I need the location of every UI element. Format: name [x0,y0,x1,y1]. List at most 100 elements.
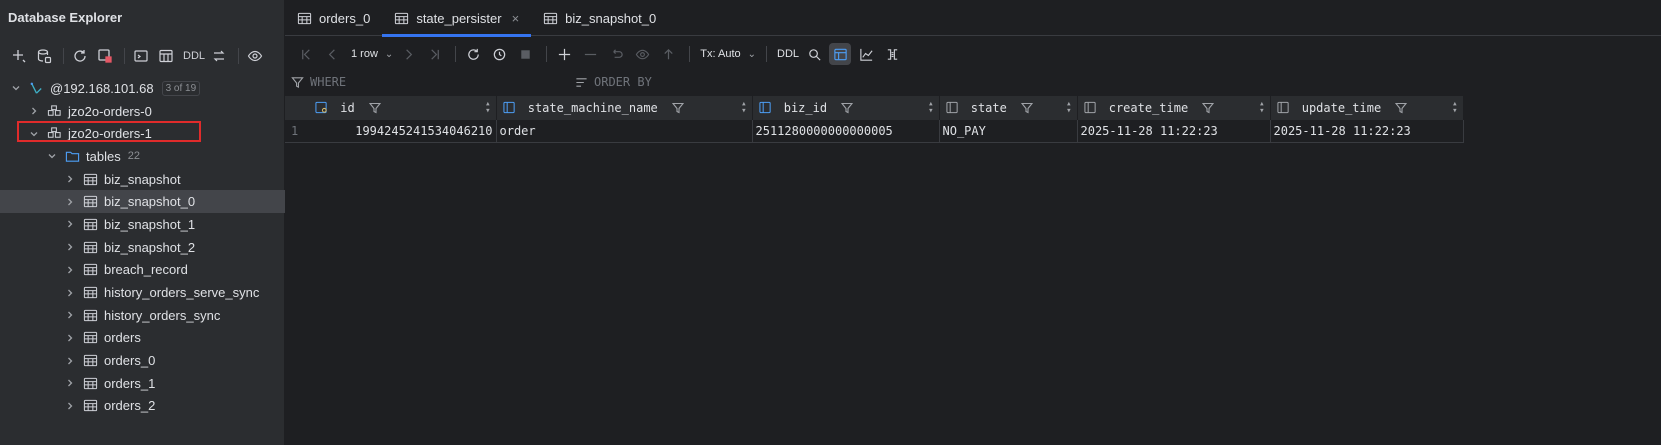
preview-pending-changes-icon[interactable] [631,43,653,65]
submit-arrow-up-icon[interactable] [657,43,679,65]
add-icon[interactable] [8,45,30,67]
tree-item-table[interactable]: history_orders_sync [0,304,285,327]
query-console-icon[interactable] [130,45,152,67]
chevron-right-icon[interactable] [28,105,40,117]
tree-item-table[interactable]: biz_snapshot [0,168,285,191]
filter-icon[interactable] [841,102,854,114]
chevron-right-icon[interactable] [64,196,76,208]
table-view-mode-icon[interactable] [829,43,852,65]
chevron-right-icon[interactable] [64,173,76,185]
sort-toggle-icon[interactable]: ▴ ▾ [1452,100,1457,116]
chevron-right-icon[interactable] [64,355,76,367]
chevron-down-icon[interactable] [28,128,40,140]
tree-item-table[interactable]: orders_0 [0,349,285,372]
ddl-button[interactable]: DDL [180,50,208,62]
last-page-icon[interactable] [423,43,445,65]
filter-bar: WHERE ORDER BY [285,72,1661,94]
table-cell[interactable]: NO_PAY [939,120,1078,143]
tree-item-label: orders_0 [104,353,156,369]
search-icon[interactable] [803,43,825,65]
sort-toggle-icon[interactable]: ▴ ▾ [741,100,746,116]
tree-item-table[interactable]: orders_1 [0,372,285,395]
tree-item-table[interactable]: orders [0,327,285,350]
tree-item-schema[interactable]: jzo2o-orders-0 [0,100,285,123]
view-options-eye-icon[interactable] [244,45,266,67]
reload-icon[interactable] [462,43,484,65]
chart-icon[interactable] [855,43,877,65]
ddl-button[interactable]: DDL [773,48,803,60]
sort-toggle-icon[interactable]: ▴ ▾ [1259,100,1264,116]
refresh-icon[interactable] [69,45,91,67]
table-view-icon[interactable] [155,45,177,67]
filter-icon[interactable] [1020,102,1034,114]
tree-item-table[interactable]: orders_2 [0,395,285,418]
column-header-id[interactable]: id ▴ ▾ [309,96,497,120]
tree-item-table[interactable]: biz_snapshot_1 [0,213,285,236]
column-header-update-time[interactable]: update_time ▴ ▾ [1270,96,1464,120]
previous-page-icon[interactable] [321,43,343,65]
chevron-right-icon[interactable] [64,241,76,253]
tree-item-label: biz_snapshot_0 [104,194,196,210]
column-header-biz-id[interactable]: biz_id ▴ ▾ [752,96,940,120]
column-header-state-machine-name[interactable]: state_machine_name ▴ ▾ [496,96,753,120]
table-icon [82,330,98,346]
close-icon[interactable]: × [512,11,520,26]
tree-item-schema[interactable]: jzo2o-orders-1 [0,122,285,145]
chevron-right-icon[interactable] [64,309,76,321]
transaction-mode-dropdown[interactable]: Tx: Auto ⌄ [696,48,760,60]
order-by-field[interactable]: ORDER BY [575,75,652,89]
tree-item-table-selected[interactable]: biz_snapshot_0 [0,190,285,214]
history-clock-icon[interactable] [488,43,510,65]
tab-state-persister[interactable]: state_persister × [382,0,532,37]
revert-icon[interactable] [605,43,627,65]
column-header-create-time[interactable]: create_time ▴ ▾ [1077,96,1271,120]
tree-item-tables-folder[interactable]: tables 22 [0,145,285,168]
data-source-properties-icon[interactable] [33,45,55,67]
delete-row-icon[interactable] [579,43,601,65]
disconnect-icon[interactable] [94,45,116,67]
table-icon [394,11,409,26]
tree-item-table[interactable]: biz_snapshot_2 [0,236,285,259]
table-cell[interactable]: 2025-11-28 11:22:23 [1077,120,1271,143]
chevron-down-icon[interactable] [46,150,58,162]
chevron-right-icon[interactable] [64,400,76,412]
filter-icon[interactable] [1202,102,1215,114]
table-cell[interactable]: 1994245241534046210 [309,120,497,143]
chevron-right-icon[interactable] [64,218,76,230]
table-cell[interactable]: order [496,120,753,143]
tree-item-table[interactable]: breach_record [0,259,285,282]
tab-orders-0[interactable]: orders_0 [285,0,382,36]
chevron-right-icon[interactable] [64,332,76,344]
table-cell[interactable]: 2025-11-28 11:22:23 [1270,120,1464,143]
chevron-down-icon[interactable] [10,82,22,94]
page-size-dropdown[interactable]: 1 row ⌄ [347,48,397,60]
add-row-icon[interactable] [553,43,575,65]
tree-item-label: history_orders_serve_sync [104,285,260,301]
stop-icon[interactable] [514,43,536,65]
chevron-right-icon[interactable] [64,264,76,276]
tree-item-label: biz_snapshot_1 [104,216,196,232]
filter-icon[interactable] [1395,102,1408,114]
table-cell[interactable]: 2511280000000000005 [752,120,940,143]
jump-to-editor-icon[interactable] [208,45,230,67]
filter-icon[interactable] [671,102,685,114]
next-page-icon[interactable] [397,43,419,65]
filter-icon[interactable] [368,102,382,114]
column-header-state[interactable]: state ▴ ▾ [939,96,1078,120]
first-page-icon[interactable] [295,43,317,65]
sort-toggle-icon[interactable]: ▴ ▾ [1066,100,1071,116]
tree-item-datasource[interactable]: @192.168.101.68 3 of 19 [0,77,285,100]
tab-biz-snapshot-0[interactable]: biz_snapshot_0 [531,0,668,36]
editor-tabs: orders_0 state_persister × biz_snapshot_… [285,0,1661,37]
aggregate-view-icon[interactable] [881,43,903,65]
sort-toggle-icon[interactable]: ▴ ▾ [928,100,933,116]
schema-icon [46,103,62,119]
chevron-right-icon[interactable] [64,377,76,389]
tree-item-table[interactable]: history_orders_serve_sync [0,281,285,304]
where-filter-field[interactable]: WHERE [291,75,346,89]
table-row[interactable]: 1 1994245241534046210 order 251128000000… [285,120,1464,143]
schema-count-badge[interactable]: 3 of 19 [161,80,201,96]
row-number[interactable]: 1 [285,120,309,143]
sort-toggle-icon[interactable]: ▴ ▾ [485,100,490,116]
chevron-right-icon[interactable] [64,287,76,299]
